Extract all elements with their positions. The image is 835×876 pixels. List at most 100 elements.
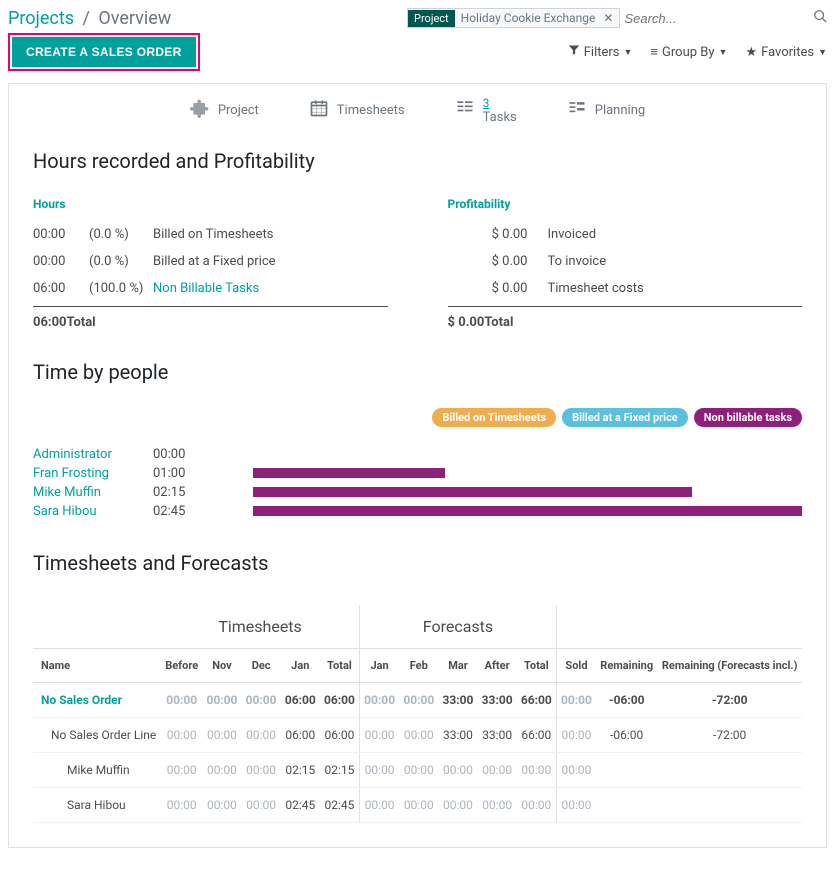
col-mar: Mar (438, 648, 477, 682)
timesheets-forecasts-table: Timesheets Forecasts Name Before Nov Dec… (33, 605, 802, 823)
hours-row-label: Billed at a Fixed price (153, 254, 388, 269)
table-cell: 00:00 (478, 752, 517, 787)
table-cell: 00:00 (360, 752, 400, 787)
people-name[interactable]: Sara Hibou (33, 504, 153, 519)
col-after: After (478, 648, 517, 682)
table-cell: 00:00 (360, 787, 400, 822)
table-cell: 00:00 (202, 752, 241, 787)
search-facet-project[interactable]: Project Holiday Cookie Exchange ✕ (407, 8, 620, 28)
col-before: Before (161, 648, 202, 682)
stat-planning[interactable]: Planning (567, 96, 645, 126)
hours-row-label[interactable]: Non Billable Tasks (153, 281, 388, 296)
table-cell: 00:00 (360, 717, 400, 752)
favorites-dropdown[interactable]: ★ Favorites ▼ (745, 45, 827, 60)
search-bar[interactable]: Project Holiday Cookie Exchange ✕ (407, 8, 827, 28)
table-cell: 02:15 (320, 752, 360, 787)
prof-row-label: To invoice (548, 254, 803, 269)
favorites-label: Favorites (761, 45, 814, 60)
table-cell: 00:00 (399, 787, 438, 822)
table-row: Sara Hibou 00:0000:0000:0002:4502:45 00:… (33, 787, 802, 822)
time-by-people-title: Time by people (33, 360, 802, 384)
prof-row-amt: $ 0.00 (448, 227, 548, 242)
table-cell: 66:00 (517, 682, 557, 717)
people-name[interactable]: Fran Frosting (33, 466, 153, 481)
row-name[interactable]: No Sales Order (33, 682, 161, 717)
stat-timesheets[interactable]: Timesheets (309, 96, 405, 126)
filters-dropdown[interactable]: Filters ▼ (568, 44, 633, 60)
hours-profitability-title: Hours recorded and Profitability (33, 149, 802, 173)
search-input[interactable] (620, 9, 807, 28)
table-cell: 00:00 (556, 682, 596, 717)
table-cell: 02:45 (320, 787, 360, 822)
table-cell: 02:15 (281, 752, 320, 787)
people-bar (253, 468, 445, 478)
table-cell: 00:00 (399, 682, 438, 717)
people-time: 02:15 (153, 485, 213, 500)
table-row: Mike Muffin 00:0000:0000:0002:1502:15 00… (33, 752, 802, 787)
hours-row-pct: (0.0 %) (89, 254, 153, 269)
pill-billed-timesheets[interactable]: Billed on Timesheets (432, 408, 556, 427)
table-cell: 00:00 (438, 752, 477, 787)
col-sold: Sold (556, 648, 596, 682)
table-cell: 00:00 (478, 787, 517, 822)
stat-project-label: Project (218, 103, 259, 118)
people-name[interactable]: Mike Muffin (33, 485, 153, 500)
col-jan: Jan (281, 648, 320, 682)
tasks-icon (455, 98, 475, 123)
table-cell: -72:00 (657, 682, 802, 717)
search-icon[interactable] (813, 9, 827, 27)
prof-row-label: Timesheet costs (548, 281, 803, 296)
col-feb: Feb (399, 648, 438, 682)
pill-billed-fixed[interactable]: Billed at a Fixed price (562, 408, 688, 427)
prof-row-amt: $ 0.00 (448, 281, 548, 296)
people-time: 00:00 (153, 447, 213, 462)
table-cell: 02:45 (281, 787, 320, 822)
table-cell: 00:00 (202, 717, 241, 752)
caret-down-icon: ▼ (818, 47, 827, 58)
breadcrumb-root[interactable]: Projects (8, 8, 74, 29)
table-cell (596, 787, 657, 822)
groupby-dropdown[interactable]: ≡ Group By ▼ (650, 44, 727, 60)
puzzle-icon (190, 98, 210, 123)
people-bar (253, 487, 692, 497)
table-cell: 00:00 (399, 752, 438, 787)
stat-tasks[interactable]: 3 Tasks (455, 96, 517, 126)
table-cell: -06:00 (596, 717, 657, 752)
col-dec: Dec (242, 648, 281, 682)
table-cell: 00:00 (242, 717, 281, 752)
table-cell (657, 752, 802, 787)
create-sales-order-button[interactable]: CREATE A SALES ORDER (12, 37, 196, 67)
col-jan2: Jan (360, 648, 400, 682)
hours-row-pct: (100.0 %) (89, 281, 153, 296)
people-row: Fran Frosting 01:00 (33, 464, 802, 483)
hours-row-time: 06:00 (33, 281, 89, 296)
row-name: Sara Hibou (33, 787, 161, 822)
prof-row-amt: $ 0.00 (448, 254, 548, 269)
row-name: Mike Muffin (33, 752, 161, 787)
timesheets-forecasts-title: Timesheets and Forecasts (33, 551, 802, 575)
breadcrumb: Projects / Overview (8, 8, 171, 29)
table-row: No Sales Order Line 00:0000:0000:0006:00… (33, 717, 802, 752)
table-cell: 00:00 (438, 787, 477, 822)
people-bar (253, 506, 802, 516)
hours-total-time: 06:00 (33, 315, 67, 330)
table-cell: 00:00 (161, 717, 202, 752)
table-cell: 00:00 (242, 682, 281, 717)
table-cell: 00:00 (202, 682, 241, 717)
stat-project[interactable]: Project (190, 96, 259, 126)
breadcrumb-current: Overview (98, 8, 171, 29)
table-cell: 00:00 (242, 752, 281, 787)
search-facet-value: Holiday Cookie Exchange (455, 9, 602, 27)
table-cell: 06:00 (281, 717, 320, 752)
people-row: Mike Muffin 02:15 (33, 483, 802, 502)
table-cell: 00:00 (517, 752, 557, 787)
table-cell: 00:00 (399, 717, 438, 752)
pill-non-billable[interactable]: Non billable tasks (694, 408, 802, 427)
table-cell: 00:00 (556, 752, 596, 787)
col-total2: Total (517, 648, 557, 682)
stat-tasks-count: 3 (483, 96, 517, 110)
close-icon[interactable]: ✕ (601, 9, 619, 27)
table-cell: 00:00 (161, 752, 202, 787)
table-cell: 00:00 (556, 717, 596, 752)
people-name[interactable]: Administrator (33, 447, 153, 462)
